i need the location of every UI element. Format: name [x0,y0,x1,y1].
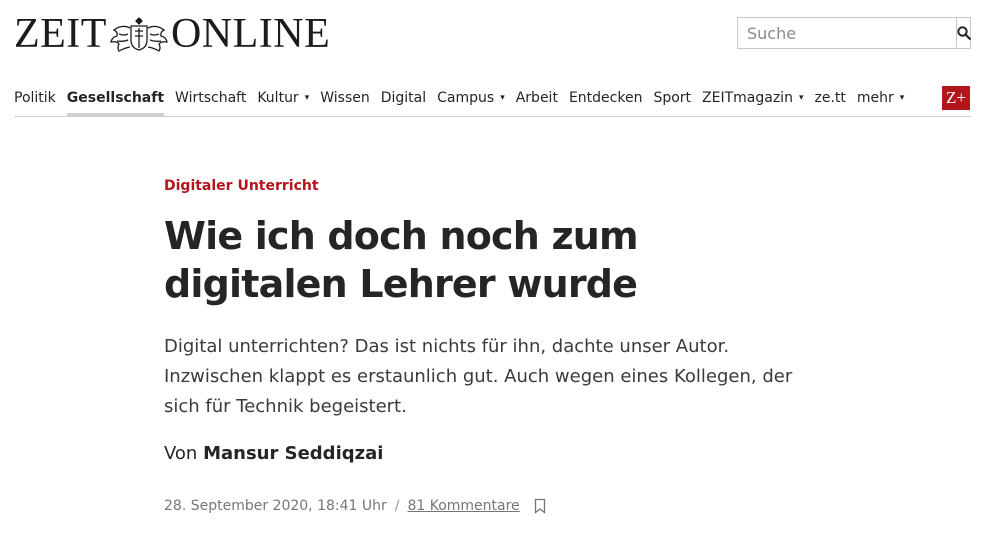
comments-link[interactable]: 81 Kommentare [407,496,519,516]
zeit-online-logo[interactable]: ZEIT ONLINE [14,11,331,57]
nav-item-entdecken[interactable]: Entdecken [569,86,643,110]
nav-item-politik[interactable]: Politik [14,86,56,110]
zplus-button[interactable]: Z+ [942,86,970,110]
nav-item-label: Kultur [257,90,299,106]
caret-down-icon: ▾ [304,93,310,103]
nav-list: Politik Gesellschaft Wirtschaft Kultur ▾ Wiss… [14,86,971,116]
nav-item-sport[interactable]: Sport [653,86,691,110]
meta-separator: / [394,498,400,514]
nav-item-label: Politik [14,90,56,106]
nav-item-label: Campus [437,90,495,106]
article-kicker[interactable]: Digitaler Unterricht [164,176,824,196]
publish-date: 28. September 2020, 18:41 Uhr [164,498,387,514]
nav-item-kultur[interactable]: Kultur ▾ [257,86,309,110]
nav-item-campus[interactable]: Campus ▾ [437,86,505,110]
caret-down-icon: ▾ [899,93,905,103]
search-box [737,17,971,49]
nav-item-label: mehr [856,90,894,106]
nav-item-label: Sport [653,90,692,106]
byline: Von Mansur Seddiqzai [164,441,824,467]
nav-item-ze-tt[interactable]: ze.tt [814,86,845,110]
author-link[interactable]: Mansur Seddiqzai [203,443,383,464]
nav-item-digital[interactable]: Digital [381,86,426,110]
nav-item-wissen[interactable]: Wissen [320,86,370,110]
article-header: Digitaler Unterricht Wie ich doch noch z… [164,176,824,516]
search-button[interactable] [956,18,971,48]
article-summary: Digital unterrichten? Das ist nichts für… [164,336,793,417]
nav-item-mehr[interactable]: mehr ▾ [857,86,904,110]
nav-item-label: ze.tt [814,90,846,106]
caret-down-icon: ▾ [500,93,505,103]
eagle-crest-icon [110,17,168,52]
nav-item-label: ZEITmagazin [702,90,793,106]
nav-item-label: Entdecken [568,90,643,106]
nav-divider [14,116,971,117]
byline-prefix: Von [164,443,198,464]
nav-item-label: Gesellschaft [66,90,165,106]
article-meta: 28. September 2020, 18:41 Uhr / 81 Komme… [164,496,824,516]
search-input[interactable] [738,18,956,48]
bookmark-icon[interactable] [534,498,546,514]
logo-text-online: ONLINE [170,11,331,57]
nav-item-label: Digital [380,90,427,106]
nav-item-zeitmagazin[interactable]: ZEITmagazin ▾ [702,86,803,110]
site-header: ZEIT ONLINE [0,0,983,62]
search-icon [957,26,971,40]
main-navigation: Politik Gesellschaft Wirtschaft Kultur ▾ Wiss… [14,86,971,116]
article-title: Wie ich doch noch zum digitalen Lehrer w… [164,214,639,306]
nav-item-wirtschaft[interactable]: Wirtschaft [175,86,246,110]
nav-item-label: Wissen [320,90,370,106]
caret-down-icon: ▾ [798,93,804,103]
nav-item-label: Wirtschaft [175,90,247,106]
nav-item-gesellschaft[interactable]: Gesellschaft [66,86,165,116]
logo-text-zeit: ZEIT [14,11,107,57]
nav-item-label: Arbeit [515,90,558,106]
nav-item-arbeit[interactable]: Arbeit [516,86,558,110]
